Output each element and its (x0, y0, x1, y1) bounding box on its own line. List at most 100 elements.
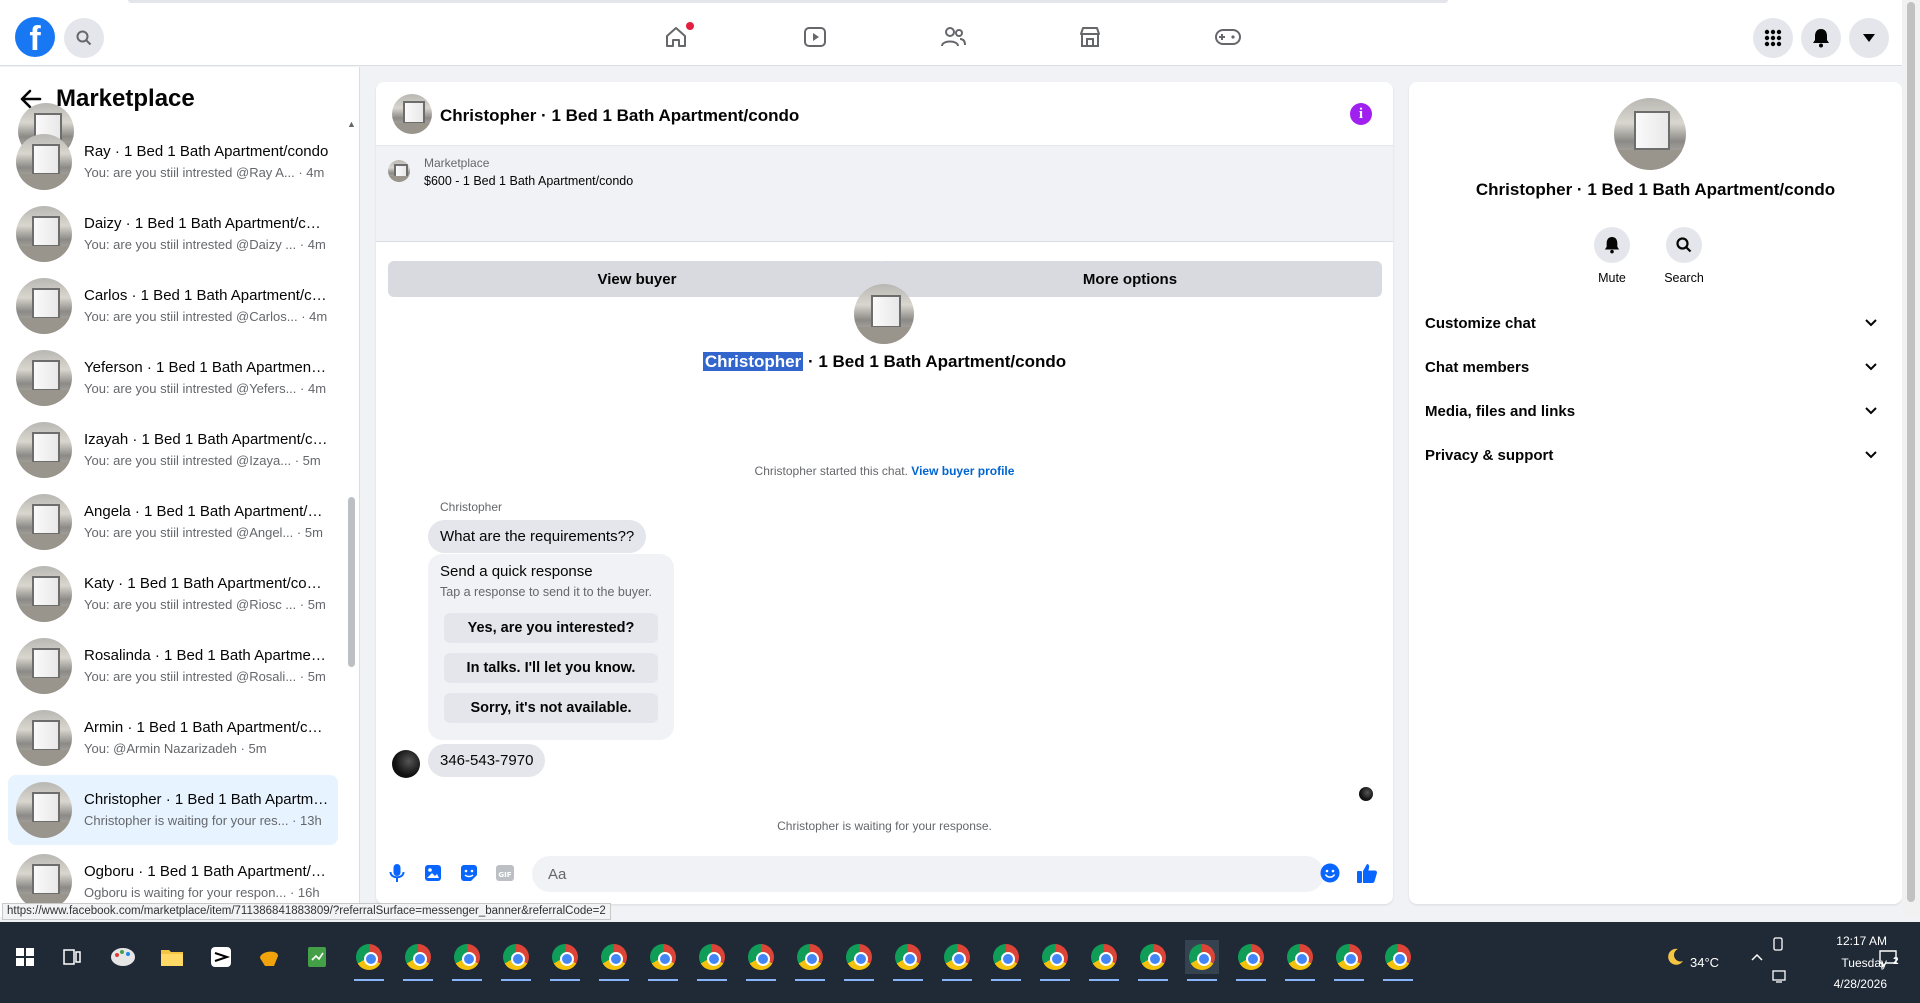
network-icon[interactable] (1768, 964, 1792, 988)
chrome-icon (1091, 944, 1117, 970)
conversation-name: Angela · 1 Bed 1 Bath Apartment/condo (84, 503, 329, 520)
chrome-window-21[interactable] (1332, 940, 1366, 981)
more-options-button[interactable]: More options (878, 261, 1382, 297)
chrome-window-9[interactable] (744, 940, 778, 981)
buyer-avatar[interactable] (392, 750, 420, 778)
chevron-down-icon (1865, 407, 1877, 415)
chrome-window-7[interactable] (646, 940, 680, 981)
friends-icon[interactable] (938, 22, 968, 52)
thumbs-up-icon[interactable] (1356, 862, 1378, 884)
conversation-item-angela[interactable]: Angela · 1 Bed 1 Bath Apartment/condo Yo… (8, 487, 338, 557)
chrome-window-20[interactable] (1283, 940, 1317, 981)
conversation-info-panel: Christopher · 1 Bed 1 Bath Apartment/con… (1409, 82, 1902, 904)
conversation-preview: Christopher is waiting for your res... ·… (84, 813, 322, 828)
moon-weather-icon[interactable] (1658, 940, 1692, 974)
windows-start-icon[interactable] (8, 940, 42, 974)
chrome-window-22[interactable] (1381, 940, 1415, 981)
marketplace-icon[interactable] (1075, 22, 1105, 52)
page-scrollbar[interactable] (1902, 0, 1920, 918)
customize-chat-section[interactable]: Customize chat (1425, 301, 1877, 345)
avatar (16, 782, 72, 838)
chrome-icon (454, 944, 480, 970)
quick-response-yes-button[interactable]: Yes, are you interested? (444, 613, 658, 643)
avatar (16, 494, 72, 550)
gif-icon[interactable]: GIF (494, 862, 516, 884)
chrome-icon (405, 944, 431, 970)
listing-thumbnail[interactable] (388, 160, 410, 182)
spreadsheet-app-icon[interactable] (300, 940, 334, 974)
capcut-app-icon[interactable] (204, 940, 238, 974)
task-view-icon[interactable] (55, 940, 89, 974)
mute-label: Mute (1598, 271, 1626, 285)
media-files-links-section[interactable]: Media, files and links (1425, 389, 1877, 433)
phone-link-icon[interactable] (1766, 932, 1790, 956)
emoji-icon[interactable] (1319, 862, 1341, 884)
conversation-item-christopher[interactable]: Christopher · 1 Bed 1 Bath Apartment/con… (8, 775, 338, 845)
microphone-icon[interactable] (386, 862, 408, 884)
view-buyer-profile-link[interactable]: View buyer profile (911, 464, 1014, 478)
file-explorer-icon[interactable] (155, 940, 189, 974)
chrome-window-2[interactable] (401, 940, 435, 981)
message-bubble-phone: 346-543-7970 (428, 744, 546, 777)
photo-icon[interactable] (422, 862, 444, 884)
chrome-window-19[interactable] (1234, 940, 1268, 981)
conversation-item-yeferson[interactable]: Yeferson · 1 Bed 1 Bath Apartment/condo … (8, 343, 338, 413)
chrome-window-12[interactable] (891, 940, 925, 981)
listing-title[interactable]: $600 - 1 Bed 1 Bath Apartment/condo (424, 174, 633, 188)
chrome-icon (699, 944, 725, 970)
chrome-window-6[interactable] (597, 940, 631, 981)
quick-response-talks-button[interactable]: In talks. I'll let you know. (444, 653, 658, 683)
chrome-window-8[interactable] (695, 940, 729, 981)
conversation-preview: Ogboru is waiting for your respon... · 1… (84, 885, 320, 900)
search-action[interactable]: Search (1654, 227, 1714, 285)
conversation-preview: You: are you stiil intrested @Rosali... … (84, 669, 326, 684)
ghost-app-icon[interactable] (252, 940, 286, 974)
home-notification-dot (686, 22, 694, 30)
conversation-item-katy[interactable]: Katy · 1 Bed 1 Bath Apartment/condo You:… (8, 559, 338, 629)
notifications-button[interactable] (1801, 18, 1841, 58)
video-icon[interactable] (800, 22, 830, 52)
chrome-window-16[interactable] (1087, 940, 1121, 981)
sidebar-scrollbar[interactable] (348, 497, 355, 667)
conversation-item-armin[interactable]: Armin · 1 Bed 1 Bath Apartment/condo You… (8, 703, 338, 773)
chrome-icon (993, 944, 1019, 970)
chat-members-section[interactable]: Chat members (1425, 345, 1877, 389)
privacy-support-section[interactable]: Privacy & support (1425, 433, 1877, 477)
notifications-center-icon[interactable] (1874, 944, 1904, 974)
chrome-window-15[interactable] (1038, 940, 1072, 981)
chrome-window-13[interactable] (940, 940, 974, 981)
scroll-up-arrow-icon[interactable]: ▲ (347, 119, 356, 129)
profile-avatar[interactable] (1614, 98, 1686, 170)
conversation-item-ray[interactable]: Ray · 1 Bed 1 Bath Apartment/condo You: … (8, 127, 338, 197)
chrome-window-10[interactable] (793, 940, 827, 981)
chrome-window-11[interactable] (842, 940, 876, 981)
conversation-name: Izayah · 1 Bed 1 Bath Apartment/condo (84, 431, 329, 448)
sticker-icon[interactable] (458, 862, 480, 884)
chrome-window-3[interactable] (450, 940, 484, 981)
gaming-icon[interactable] (1213, 22, 1243, 52)
mute-action[interactable]: Mute (1582, 227, 1642, 285)
message-input[interactable] (532, 856, 1324, 892)
intro-avatar (854, 284, 914, 344)
search-button[interactable] (64, 18, 104, 58)
scrollbar-thumb[interactable] (1907, 2, 1915, 902)
conversation-item-carlos[interactable]: Carlos · 1 Bed 1 Bath Apartment/condo Yo… (8, 271, 338, 341)
account-button[interactable] (1849, 18, 1889, 58)
conversation-item-daizy[interactable]: Daizy · 1 Bed 1 Bath Apartment/condo You… (8, 199, 338, 269)
chrome-window-1[interactable] (352, 940, 386, 981)
info-icon[interactable]: i (1350, 103, 1372, 125)
chrome-window-5[interactable] (548, 940, 582, 981)
paint-app-icon[interactable] (106, 940, 140, 974)
facebook-logo[interactable]: f (15, 17, 55, 57)
chat-avatar[interactable] (392, 94, 432, 134)
chrome-window-active[interactable] (1185, 940, 1219, 981)
menu-button[interactable] (1753, 18, 1793, 58)
chrome-window-14[interactable] (989, 940, 1023, 981)
quick-response-unavailable-button[interactable]: Sorry, it's not available. (444, 693, 658, 723)
chrome-window-17[interactable] (1136, 940, 1170, 981)
view-buyer-button[interactable]: View buyer (388, 261, 886, 297)
conversation-item-izayah[interactable]: Izayah · 1 Bed 1 Bath Apartment/condo Yo… (8, 415, 338, 485)
chrome-window-4[interactable] (499, 940, 533, 981)
conversation-item-rosalinda[interactable]: Rosalinda · 1 Bed 1 Bath Apartment/condo… (8, 631, 338, 701)
chat-title[interactable]: Christopher · 1 Bed 1 Bath Apartment/con… (440, 106, 799, 126)
